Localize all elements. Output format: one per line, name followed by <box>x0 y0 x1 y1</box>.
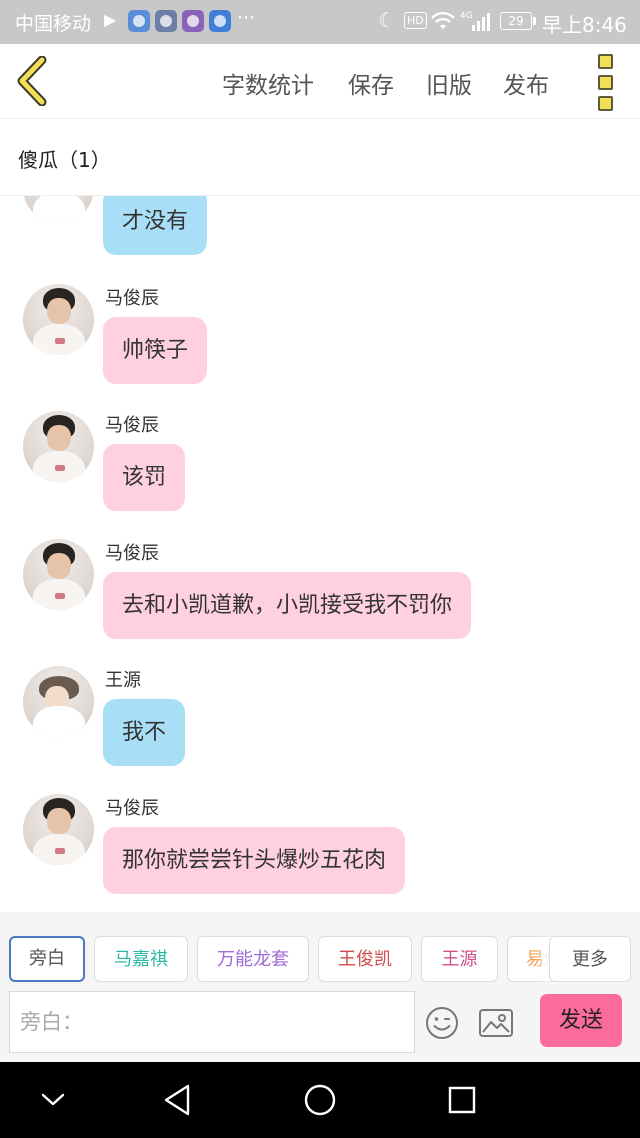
role-chip-wangjunkai[interactable]: 王俊凯 <box>318 936 412 982</box>
chevron-down-icon <box>41 1093 65 1106</box>
status-bar: 中国移动 ▶ ··· ☾ HD 4G 29 早上8:46 <box>0 0 640 44</box>
app-notification-icon <box>155 10 177 32</box>
smiley-icon <box>426 1007 458 1039</box>
message-bubble[interactable]: 那你就尝尝针头爆炒五花肉 <box>103 827 406 894</box>
hd-icon: HD <box>404 12 427 29</box>
chat-message: 马俊辰 该罚 <box>0 409 640 529</box>
app-notification-icon <box>128 10 150 32</box>
carrier-label: 中国移动 <box>15 13 92 35</box>
message-bubble[interactable]: 该罚 <box>103 444 186 511</box>
chat-message: 才没有 <box>0 196 640 264</box>
more-vertical-icon[interactable] <box>596 54 614 111</box>
avatar[interactable] <box>23 411 94 482</box>
triangle-back-icon <box>164 1084 190 1116</box>
chat-message: 王源 我不 <box>0 664 640 784</box>
hide-keyboard-button[interactable] <box>33 1080 73 1120</box>
role-chip-wangyuan[interactable]: 王源 <box>421 936 498 982</box>
chapter-title: 傻瓜（1） <box>18 148 111 172</box>
chat-list[interactable]: 才没有 马俊辰 帅筷子 马俊辰 该罚 马俊辰 去和小凯道歉，小凯接受我不罚你 王… <box>0 196 640 912</box>
signal-icon: 4G <box>460 9 492 38</box>
sender-name: 马俊辰 <box>105 798 159 819</box>
circle-home-icon <box>304 1084 336 1116</box>
nav-home-button[interactable] <box>300 1080 340 1120</box>
avatar[interactable] <box>23 196 94 223</box>
message-bubble[interactable]: 帅筷子 <box>103 317 208 384</box>
emoji-button[interactable] <box>425 1006 459 1040</box>
old-version-button[interactable]: 旧版 <box>426 66 472 100</box>
chevron-left-icon <box>17 55 47 107</box>
network-label: 4G <box>460 11 473 21</box>
app-notification-icon <box>182 10 204 32</box>
message-bubble[interactable]: 去和小凯道歉，小凯接受我不罚你 <box>103 572 472 639</box>
composer: 旁白 马嘉祺 万能龙套 王俊凯 王源 易烊 更多 发送 <box>0 912 640 1062</box>
image-button[interactable] <box>478 1007 514 1039</box>
avatar[interactable] <box>23 284 94 355</box>
clock: 早上8:46 <box>542 13 627 37</box>
message-input[interactable] <box>9 991 415 1053</box>
send-button[interactable]: 发送 <box>540 994 622 1047</box>
nav-back-button[interactable] <box>158 1080 198 1120</box>
avatar[interactable] <box>23 794 94 865</box>
sender-name: 马俊辰 <box>105 543 159 564</box>
top-toolbar: 字数统计 保存 旧版 发布 <box>0 44 640 119</box>
shield-icon <box>209 10 231 32</box>
role-chip-majiaqi[interactable]: 马嘉祺 <box>94 936 188 982</box>
sender-name: 王源 <box>105 670 141 691</box>
wifi-icon <box>430 10 456 37</box>
publish-button[interactable]: 发布 <box>503 66 549 100</box>
more-notifications-icon: ··· <box>237 7 256 29</box>
play-icon: ▶ <box>104 10 117 29</box>
nav-recents-button[interactable] <box>442 1080 482 1120</box>
avatar[interactable] <box>23 539 94 610</box>
image-icon <box>479 1009 513 1037</box>
square-recents-icon <box>448 1086 476 1114</box>
role-chip-narration[interactable]: 旁白 <box>9 936 85 982</box>
chat-message: 马俊辰 那你就尝尝针头爆炒五花肉 <box>0 792 640 912</box>
more-roles-button[interactable]: 更多 <box>549 936 631 982</box>
message-bubble[interactable]: 我不 <box>103 699 186 766</box>
back-button[interactable] <box>14 55 54 107</box>
system-nav-bar <box>0 1062 640 1138</box>
battery-icon: 29 <box>500 12 536 30</box>
sender-name: 马俊辰 <box>105 415 159 436</box>
role-selector[interactable]: 旁白 马嘉祺 万能龙套 王俊凯 王源 易烊 更多 <box>0 936 640 984</box>
word-count-button[interactable]: 字数统计 <box>222 66 314 100</box>
chat-message: 马俊辰 去和小凯道歉，小凯接受我不罚你 <box>0 537 640 657</box>
moon-icon: ☾ <box>378 8 396 32</box>
save-button[interactable]: 保存 <box>348 66 394 100</box>
avatar[interactable] <box>23 666 94 737</box>
sender-name: 马俊辰 <box>105 288 159 309</box>
role-chip-extra[interactable]: 万能龙套 <box>197 936 309 982</box>
message-bubble[interactable]: 才没有 <box>103 196 208 255</box>
chat-message: 马俊辰 帅筷子 <box>0 282 640 402</box>
chapter-title-row[interactable]: 傻瓜（1） <box>0 119 640 196</box>
